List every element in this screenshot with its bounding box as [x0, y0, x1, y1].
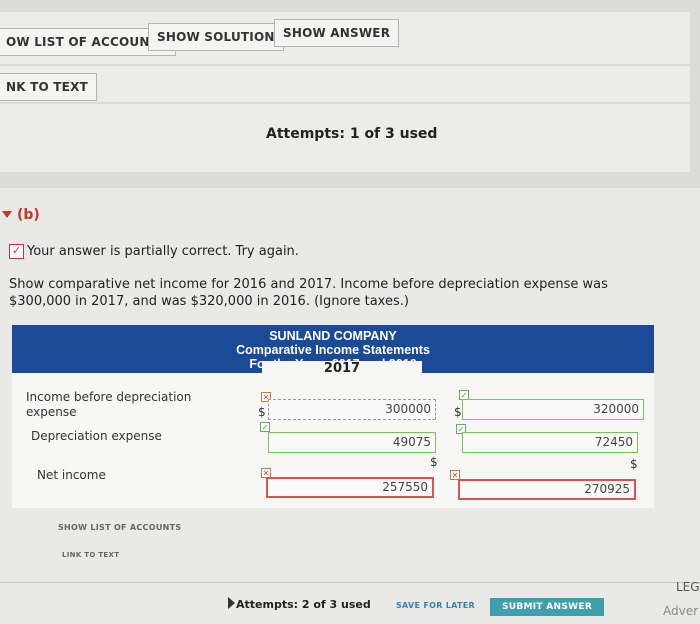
show-answer-button[interactable]: SHOW ANSWER [274, 19, 400, 47]
bottom-attempts-text: Attempts: 2 of 3 used [236, 598, 371, 611]
dollar-sign: $ [258, 405, 266, 419]
depreciation-2017-input[interactable]: 49075 [268, 432, 436, 453]
save-for-later-button[interactable]: SAVE FOR LATER [396, 601, 475, 610]
part-label: (b) [17, 207, 40, 223]
row-label: Income before depreciation expense [26, 390, 192, 419]
statement-title: Comparative Income Statements [236, 343, 430, 357]
side-legal-text: LEGA [676, 580, 700, 594]
net-income-2017-input[interactable]: 257550 [266, 477, 434, 498]
dollar-sign: $ [454, 405, 462, 419]
net-income-2016-input[interactable]: 270925 [458, 479, 636, 500]
attempts-text: Attempts: 1 of 3 used [266, 126, 438, 142]
collapse-arrow-icon[interactable] [2, 211, 12, 218]
row-label: Net income [37, 468, 106, 482]
row-label: Depreciation expense [31, 429, 162, 443]
show-list-of-accounts-link[interactable]: SHOW LIST OF ACCOUNTS [58, 523, 181, 532]
cursor-arrow-icon [228, 597, 235, 609]
link-to-text-link[interactable]: LINK TO TEXT [62, 551, 119, 559]
submit-answer-button[interactable]: SUBMIT ANSWER [490, 598, 604, 616]
question-text: Show comparative net income for 2016 and… [9, 277, 608, 309]
income-2017-input[interactable]: 300000 [268, 399, 436, 420]
dollar-sign: $ [630, 457, 638, 471]
link-bar [0, 66, 690, 102]
company-name: SUNLAND COMPANY [269, 329, 397, 343]
feedback-text: Your answer is partially correct. Try ag… [27, 244, 299, 259]
income-2016-input[interactable]: 320000 [462, 399, 644, 420]
dollar-sign: $ [430, 455, 438, 469]
side-adver-text: Adver [663, 604, 699, 618]
bottom-divider [0, 582, 700, 583]
depreciation-2016-input[interactable]: 72450 [462, 432, 638, 453]
correct-mark-icon: ✓ [260, 422, 270, 432]
partial-check-icon: ✓ [9, 244, 24, 259]
link-to-text-button[interactable]: NK TO TEXT [0, 73, 97, 101]
show-solution-button[interactable]: SHOW SOLUTION [148, 23, 284, 51]
